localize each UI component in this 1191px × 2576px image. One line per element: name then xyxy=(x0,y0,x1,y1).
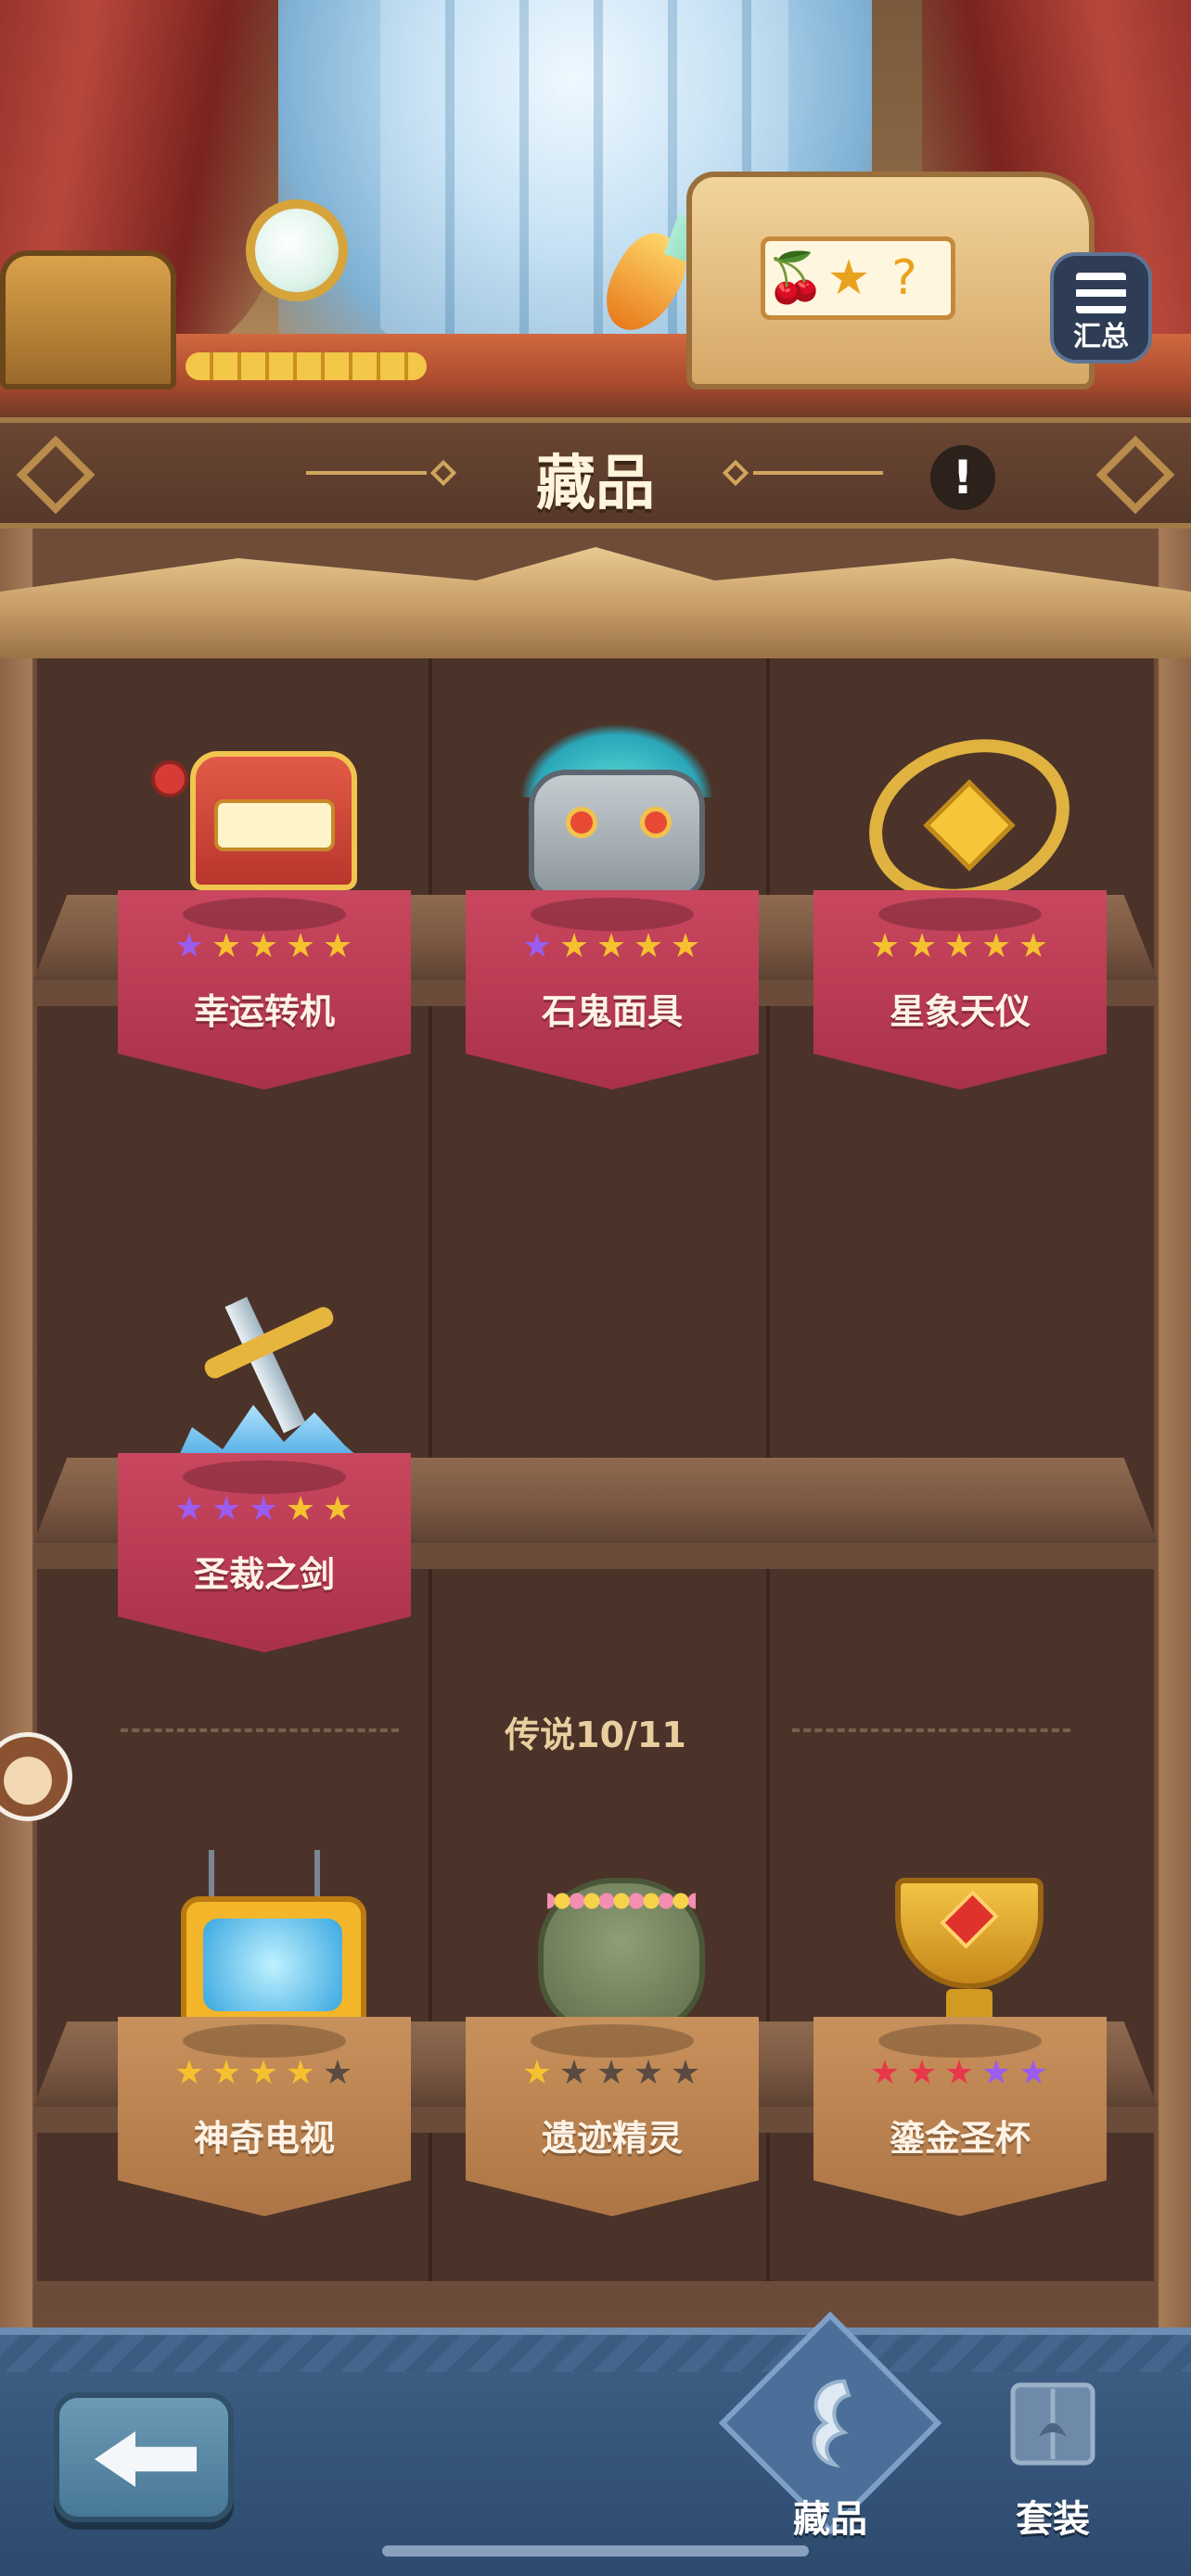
legend-section-header: 传说10/11 xyxy=(121,1706,1070,1755)
stone-mask-icon xyxy=(482,714,742,918)
star-icon: ★ xyxy=(633,2054,666,2092)
star-icon: ★ xyxy=(869,927,903,965)
magic-tv-icon xyxy=(134,1841,394,2045)
title-banner: 藏品 ! xyxy=(0,417,1191,529)
item-card: ★ ★ ★ ★ ★ 幸运转机 xyxy=(118,890,411,1090)
star-icon: ★ xyxy=(943,927,977,965)
collection-harp-icon xyxy=(812,2378,852,2468)
collection-item[interactable]: ★ ★ ★ ★ ★ 圣裁之剑 xyxy=(118,1277,411,1666)
star-rating: ★ ★ ★ ★ ★ xyxy=(118,1490,411,1528)
summary-button[interactable]: 汇总 xyxy=(1050,252,1152,363)
star-icon: ★ xyxy=(248,1490,281,1528)
star-icon: ★ xyxy=(211,1490,244,1528)
star-rating: ★ ★ ★ ★ ★ xyxy=(118,2054,411,2092)
star-icon: ★ xyxy=(173,1490,207,1528)
star-icon: ★ xyxy=(943,2054,977,2092)
tab-set[interactable]: 套装 xyxy=(965,2363,1141,2567)
shelf-bottom xyxy=(33,2281,1158,2318)
star-icon: ★ xyxy=(1018,2054,1051,2092)
star-icon: ★ xyxy=(248,2054,281,2092)
collection-item[interactable]: ★ ★ ★ ★ ★ 神奇电视 xyxy=(118,1841,411,2230)
astrolabe-icon xyxy=(830,714,1091,927)
star-icon: ★ xyxy=(173,927,207,965)
star-icon: ★ xyxy=(285,2054,318,2092)
page-title: 藏品 xyxy=(536,450,655,518)
star-icon: ★ xyxy=(596,2054,629,2092)
star-rating: ★ ★ ★ ★ ★ xyxy=(118,927,411,965)
info-button[interactable]: ! xyxy=(930,445,995,510)
star-icon: ★ xyxy=(906,927,940,965)
tab-label: 套装 xyxy=(1016,2498,1090,2541)
tab-collection[interactable]: 藏品 xyxy=(742,2363,918,2567)
tab-label: 藏品 xyxy=(793,2498,867,2541)
star-icon: ★ xyxy=(521,2054,555,2092)
star-icon: ★ xyxy=(248,927,281,965)
item-name: 幸运转机 xyxy=(193,991,335,1032)
star-icon: ★ xyxy=(869,2054,903,2092)
item-name: 遗迹精灵 xyxy=(541,2118,683,2159)
bottom-nav-bar: 藏品 套装 xyxy=(0,2311,1191,2576)
set-book-icon xyxy=(1010,2382,1095,2466)
item-card: ★ ★ ★ ★ ★ 遗迹精灵 xyxy=(466,2017,759,2216)
slot-symbol-star: ★ xyxy=(826,250,871,306)
collection-item[interactable]: ★ ★ ★ ★ ★ 遗迹精灵 xyxy=(466,1841,759,2230)
star-icon: ★ xyxy=(322,2054,355,2092)
home-indicator xyxy=(382,2545,809,2557)
ruin-spirit-icon xyxy=(482,1841,742,2045)
star-rating: ★ ★ ★ ★ ★ xyxy=(466,927,759,965)
star-icon: ★ xyxy=(633,927,666,965)
collection-item[interactable]: ★ ★ ★ ★ ★ 鎏金圣杯 xyxy=(813,1841,1107,2230)
item-card: ★ ★ ★ ★ ★ 星象天仪 xyxy=(813,890,1107,1090)
item-name: 圣裁之剑 xyxy=(193,1554,335,1595)
slot-machine-icon xyxy=(134,714,394,918)
slot-symbol-question: ? xyxy=(891,250,917,306)
item-card: ★ ★ ★ ★ ★ 圣裁之剑 xyxy=(118,1453,411,1652)
golden-grail-icon xyxy=(830,1841,1090,2045)
collection-item[interactable]: ★ ★ ★ ★ ★ 星象天仪 xyxy=(813,714,1107,1103)
star-icon: ★ xyxy=(322,1490,355,1528)
star-icon: ★ xyxy=(285,1490,318,1528)
star-icon: ★ xyxy=(670,2054,703,2092)
item-name: 石鬼面具 xyxy=(541,991,683,1032)
star-icon: ★ xyxy=(1018,927,1051,965)
slot-symbol-cherry: 🍒 xyxy=(765,250,826,306)
item-name: 鎏金圣杯 xyxy=(889,2118,1031,2159)
back-button[interactable] xyxy=(54,2392,234,2522)
star-icon: ★ xyxy=(211,927,244,965)
collection-item[interactable]: ★ ★ ★ ★ ★ 幸运转机 xyxy=(118,714,411,1103)
star-icon: ★ xyxy=(558,2054,592,2092)
star-rating: ★ ★ ★ ★ ★ xyxy=(466,2054,759,2092)
star-icon: ★ xyxy=(558,927,592,965)
star-icon: ★ xyxy=(906,2054,940,2092)
star-icon: ★ xyxy=(670,927,703,965)
star-icon: ★ xyxy=(211,2054,244,2092)
star-icon: ★ xyxy=(173,2054,207,2092)
item-card: ★ ★ ★ ★ ★ 鎏金圣杯 xyxy=(813,2017,1107,2216)
item-card: ★ ★ ★ ★ ★ 石鬼面具 xyxy=(466,890,759,1090)
item-card: ★ ★ ★ ★ ★ 神奇电视 xyxy=(118,2017,411,2216)
register-screen: 🍒★? xyxy=(761,236,955,320)
star-icon: ★ xyxy=(322,927,355,965)
star-icon: ★ xyxy=(980,927,1014,965)
header-scene: 🍒★? 汇总 xyxy=(0,0,1191,417)
coins-icon xyxy=(186,352,427,380)
menu-lines-icon xyxy=(1076,273,1126,313)
star-icon: ★ xyxy=(596,927,629,965)
legend-count-label: 传说10/11 xyxy=(505,1715,686,1755)
ice-sword-icon xyxy=(134,1277,394,1481)
item-name: 神奇电视 xyxy=(193,2118,335,2159)
star-rating: ★ ★ ★ ★ ★ xyxy=(813,927,1107,965)
star-icon: ★ xyxy=(521,927,555,965)
star-icon: ★ xyxy=(980,2054,1014,2092)
collection-item[interactable]: ★ ★ ★ ★ ★ 石鬼面具 xyxy=(466,714,759,1103)
star-icon: ★ xyxy=(285,927,318,965)
star-rating: ★ ★ ★ ★ ★ xyxy=(813,2054,1107,2092)
back-arrow-icon xyxy=(95,2431,197,2487)
summary-label: 汇总 xyxy=(1073,321,1129,353)
magnifier-icon xyxy=(246,199,348,301)
treasure-chest-icon xyxy=(0,250,176,389)
item-name: 星象天仪 xyxy=(889,991,1031,1032)
